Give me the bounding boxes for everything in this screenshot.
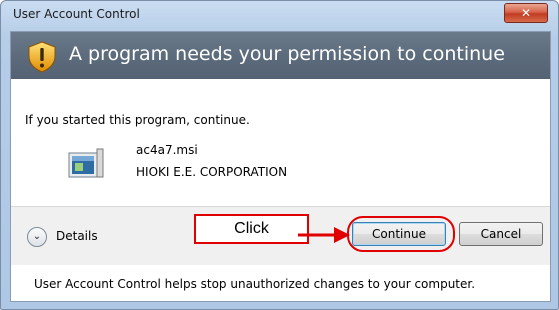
details-label: Details (56, 229, 98, 243)
close-icon: ✕ (520, 6, 532, 20)
intro-text: If you started this program, continue. (25, 113, 250, 127)
dialog-body: A program needs your permission to conti… (10, 31, 551, 302)
cancel-button[interactable]: Cancel (459, 222, 543, 246)
close-button[interactable]: ✕ (504, 3, 548, 23)
program-name: ac4a7.msi (136, 143, 198, 157)
click-callout: Click (194, 214, 309, 244)
dialog-title: User Account Control (13, 7, 140, 21)
help-text: User Account Control helps stop unauthor… (34, 277, 476, 291)
installer-icon (68, 148, 104, 178)
uac-shield-icon (28, 41, 56, 73)
banner-message: A program needs your permission to conti… (69, 43, 505, 65)
program-publisher: HIOKI E.E. CORPORATION (136, 165, 288, 179)
chevron-down-icon[interactable]: ⌄ (27, 227, 47, 247)
uac-dialog: User Account Control ✕ A program needs y… (0, 0, 559, 310)
arrow-right-icon (298, 227, 350, 243)
title-bar: User Account Control ✕ (1, 1, 558, 31)
header-banner: A program needs your permission to conti… (11, 32, 550, 79)
continue-highlight-ring (347, 216, 455, 252)
